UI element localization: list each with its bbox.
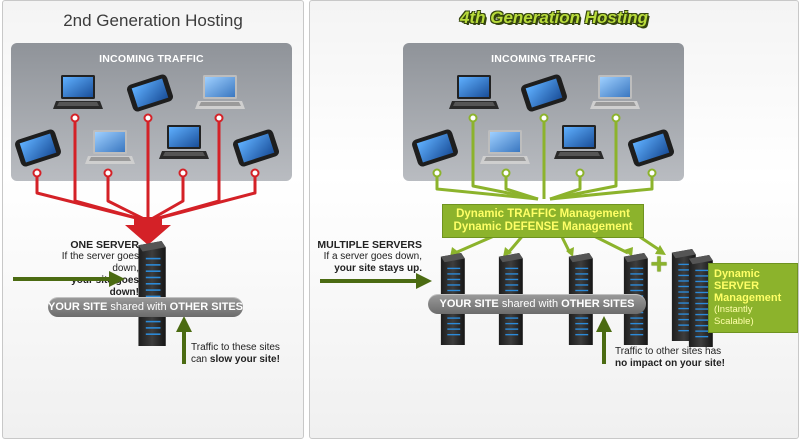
green-arrows bbox=[320, 273, 612, 364]
fourth-generation-panel: 4th Generation Hosting INCOMING TRAFFIC bbox=[309, 0, 799, 439]
green-arrows bbox=[13, 271, 192, 364]
traffic-note: Traffic to other sites has no impact on … bbox=[615, 346, 726, 369]
shared-site-bar: YOUR SITE shared with OTHER SITES bbox=[428, 294, 646, 314]
shared-site-bar: YOUR SITE shared with OTHER SITES bbox=[48, 297, 243, 317]
traffic-note: Traffic to these sites can slow your sit… bbox=[191, 342, 280, 365]
second-generation-panel: 2nd Generation Hosting INCOMING TRAFFIC bbox=[2, 0, 304, 439]
